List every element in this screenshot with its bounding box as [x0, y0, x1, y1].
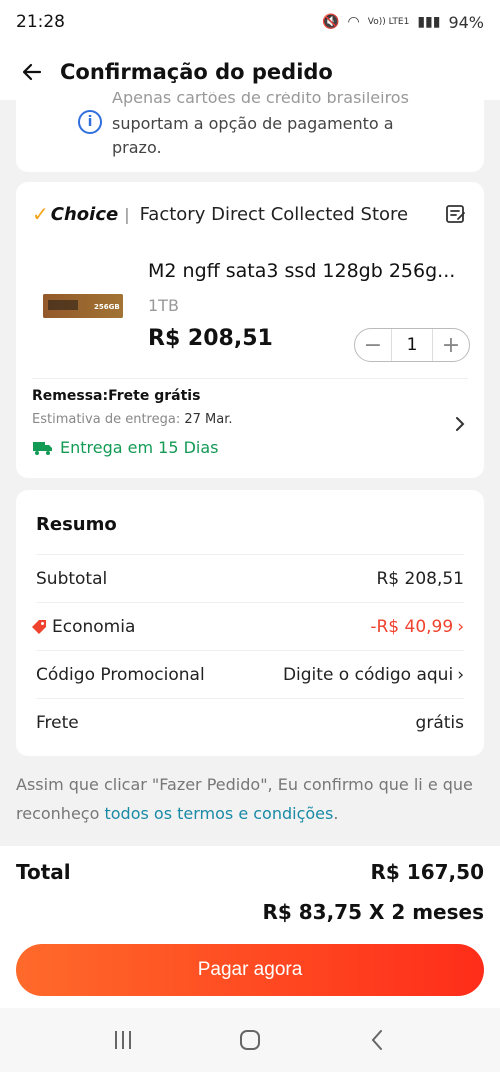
system-nav-bar: [0, 1008, 500, 1072]
note-edit-icon[interactable]: [444, 202, 468, 226]
delivery-days-label: Entrega em 15 Dias: [60, 438, 219, 457]
truck-icon: [32, 440, 54, 456]
home-icon[interactable]: [235, 1025, 265, 1055]
product-title[interactable]: M2 ngff sata3 ssd 128gb 256g...: [148, 260, 472, 282]
subtotal-value: R$ 208,51: [376, 568, 464, 589]
freight-label: Frete: [36, 712, 79, 733]
separator: |: [124, 204, 130, 224]
subtotal-label: Subtotal: [36, 568, 108, 589]
savings-label: Economia: [52, 616, 136, 637]
terms-text: Assim que clicar "Fazer Pedido", Eu conf…: [16, 770, 486, 828]
savings-value: -R$ 40,99: [370, 616, 454, 637]
total-value: R$ 167,50: [370, 860, 484, 884]
store-card: ✓ Choice | Factory Direct Collected Stor…: [16, 182, 484, 478]
product-variant: 1TB: [148, 296, 179, 315]
divider: [32, 378, 468, 379]
summary-promo-row[interactable]: Código Promocional Digite o código aqui …: [36, 650, 464, 698]
delivery-estimate-date: 27 Mar.: [184, 412, 233, 427]
payment-notice-text-visible: suportam a opção de pagamento a prazo.: [112, 114, 394, 157]
terms-end: .: [333, 804, 339, 823]
summary-title: Resumo: [36, 514, 117, 535]
installment-value: R$ 83,75 X 2 meses: [262, 900, 484, 924]
mute-icon: 🔇: [322, 14, 340, 30]
terms-link[interactable]: todos os termos e condições: [104, 804, 333, 823]
quantity-value[interactable]: 1: [391, 329, 433, 361]
pay-now-button[interactable]: Pagar agora: [16, 944, 484, 996]
total-label: Total: [16, 860, 71, 884]
arrow-left-icon[interactable]: [18, 58, 46, 86]
page-title: Confirmação do pedido: [60, 60, 333, 84]
checkout-footer: Total R$ 167,50 R$ 83,75 X 2 meses Pagar…: [0, 846, 500, 1008]
plus-icon[interactable]: +: [433, 329, 469, 361]
payment-notice-text-clipped: Apenas cartões de crédito brasileiros: [112, 92, 409, 107]
promo-value-wrap: Digite o código aqui ›: [283, 665, 464, 685]
back-nav-icon[interactable]: [362, 1025, 392, 1055]
choice-label: Choice: [50, 203, 119, 225]
info-icon: i: [78, 110, 102, 134]
status-icons: 🔇 ◠ Vo)) LTE1 ▮▮▮ 94%: [322, 13, 484, 32]
product-image[interactable]: 256GB: [42, 288, 124, 324]
shipping-label: Remessa:Frete grátis: [32, 388, 201, 404]
product-price: R$ 208,51: [148, 326, 273, 351]
wifi-icon: ◠: [347, 14, 360, 30]
summary-savings-row[interactable]: Economia -R$ 40,99 ›: [32, 602, 464, 650]
summary-freight-row: Frete grátis: [36, 698, 464, 746]
delivery-estimate-label: Estimativa de entrega:: [32, 412, 181, 427]
choice-badge: ✓ Choice: [32, 202, 118, 226]
check-icon: ✓: [32, 202, 49, 226]
chevron-right-icon: ›: [457, 616, 464, 637]
freight-value: grátis: [415, 712, 464, 733]
delivery-estimate: Estimativa de entrega: 27 Mar.: [32, 412, 232, 427]
recent-apps-icon[interactable]: [108, 1025, 138, 1055]
promo-label: Código Promocional: [36, 664, 205, 685]
quantity-stepper: − 1 +: [354, 328, 470, 362]
chevron-right-icon: ›: [457, 664, 464, 685]
product-image-label: 256GB: [94, 303, 120, 311]
summary-subtotal-row: Subtotal R$ 208,51: [36, 554, 464, 602]
chevron-right-icon[interactable]: [452, 416, 468, 432]
store-row: ✓ Choice | Factory Direct Collected Stor…: [32, 198, 468, 230]
savings-value-wrap: -R$ 40,99 ›: [370, 617, 464, 637]
store-name[interactable]: Factory Direct Collected Store: [140, 204, 409, 225]
summary-card: Resumo Subtotal R$ 208,51 Economia -R$ 4…: [16, 490, 484, 756]
tag-icon: [30, 618, 48, 636]
signal-icon: ▮▮▮: [417, 14, 441, 30]
network-label: Vo)) LTE1: [367, 17, 410, 27]
battery-level: 94%: [448, 12, 484, 32]
minus-icon[interactable]: −: [355, 329, 391, 361]
delivery-days: Entrega em 15 Dias: [32, 438, 219, 457]
payment-notice-text: Apenas cartões de crédito brasileiros su…: [112, 92, 442, 160]
status-bar: 21:28 🔇 ◠ Vo)) LTE1 ▮▮▮ 94%: [0, 0, 500, 44]
payment-notice-card: i Apenas cartões de crédito brasileiros …: [16, 92, 484, 172]
promo-value: Digite o código aqui: [282, 664, 454, 685]
status-time: 21:28: [16, 12, 65, 32]
